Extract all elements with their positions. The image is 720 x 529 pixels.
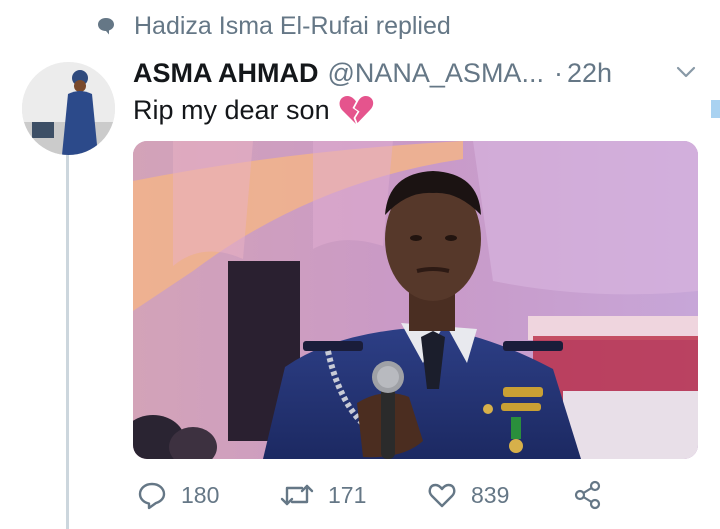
avatar[interactable] — [22, 62, 115, 155]
retweet-button[interactable]: 171 — [280, 478, 366, 512]
photo-image — [133, 141, 698, 459]
thread-line — [66, 153, 69, 529]
replied-text: Hadiza Isma El-Rufai replied — [134, 11, 451, 40]
share-button[interactable] — [573, 478, 603, 512]
timestamp[interactable]: 22h — [567, 58, 612, 89]
like-count: 839 — [471, 481, 510, 508]
retweet-count: 171 — [328, 481, 367, 508]
user-handle[interactable]: @NANA_ASMA... — [327, 58, 543, 89]
tweet-photo[interactable] — [133, 141, 698, 459]
tweet-text-content: Rip my dear son — [133, 94, 330, 125]
reply-count: 180 — [181, 481, 220, 508]
heart-icon — [428, 483, 456, 508]
share-icon — [574, 480, 601, 510]
reply-button[interactable]: 180 — [137, 478, 219, 512]
like-button[interactable]: 839 — [427, 478, 509, 512]
retweet-icon — [280, 484, 314, 506]
tweet-text: Rip my dear son — [133, 94, 374, 126]
replied-context[interactable]: Hadiza Isma El-Rufai replied — [96, 10, 451, 42]
separator-dot: · — [553, 57, 563, 88]
broken-heart-icon — [339, 96, 373, 124]
tweet-actions: 180 171 839 — [133, 478, 713, 512]
avatar-image — [22, 62, 115, 155]
speech-bubble-icon — [98, 18, 114, 35]
chevron-down-icon[interactable] — [676, 65, 696, 79]
reply-icon — [138, 482, 166, 510]
display-name[interactable]: ASMA AHMAD — [133, 58, 318, 89]
tweet-header: ASMA AHMAD @NANA_ASMA... · 22h — [133, 56, 703, 90]
scroll-indicator — [711, 100, 720, 118]
